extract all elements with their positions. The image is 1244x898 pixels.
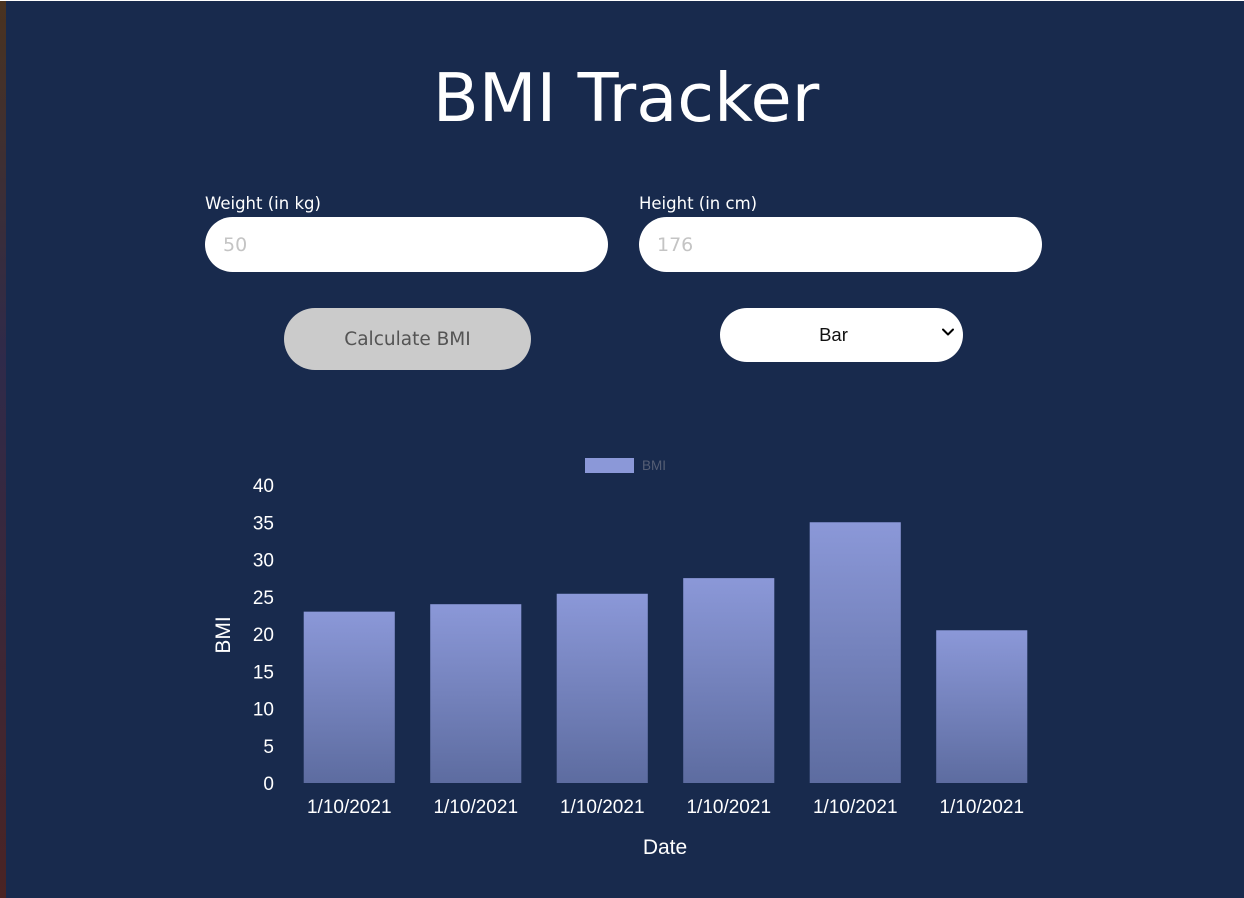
bar: [809, 522, 901, 783]
y-axis-title: BMI: [212, 616, 235, 653]
bar: [556, 593, 648, 783]
bar: [430, 604, 522, 783]
y-tick-label: 20: [253, 625, 274, 646]
x-tick-label: 1/10/2021: [560, 797, 645, 818]
x-tick-label: 1/10/2021: [686, 797, 771, 818]
y-axis: 0 5 10 15 20 25 30 35 40: [253, 476, 274, 795]
y-tick-label: 5: [263, 737, 274, 758]
x-tick-label: 1/10/2021: [813, 797, 898, 818]
chart-legend: BMI: [585, 458, 666, 473]
y-tick-label: 0: [263, 774, 274, 795]
x-axis-title: Date: [643, 836, 687, 859]
bar: [936, 630, 1028, 783]
y-tick-label: 35: [253, 513, 274, 534]
y-tick-label: 30: [253, 551, 274, 572]
legend-swatch: [585, 458, 634, 473]
y-tick-label: 25: [253, 588, 274, 609]
y-tick-label: 10: [253, 700, 274, 721]
x-tick-label: 1/10/2021: [939, 797, 1024, 818]
x-tick-label: 1/10/2021: [307, 797, 392, 818]
y-tick-label: 15: [253, 662, 274, 683]
bmi-bar-chart: BMI 0510152025303540 1/10/2021 1/10/2021 1…: [212, 458, 1028, 859]
bar: [683, 578, 775, 783]
legend-label: BMI: [642, 458, 666, 473]
y-tick-label: 40: [253, 476, 274, 497]
bar: [303, 611, 395, 783]
x-tick-label: 1/10/2021: [433, 797, 518, 818]
x-axis: 1/10/2021 1/10/2021 1/10/2021 1/10/2021 1/10…: [307, 797, 1024, 818]
bars: [303, 522, 1028, 783]
